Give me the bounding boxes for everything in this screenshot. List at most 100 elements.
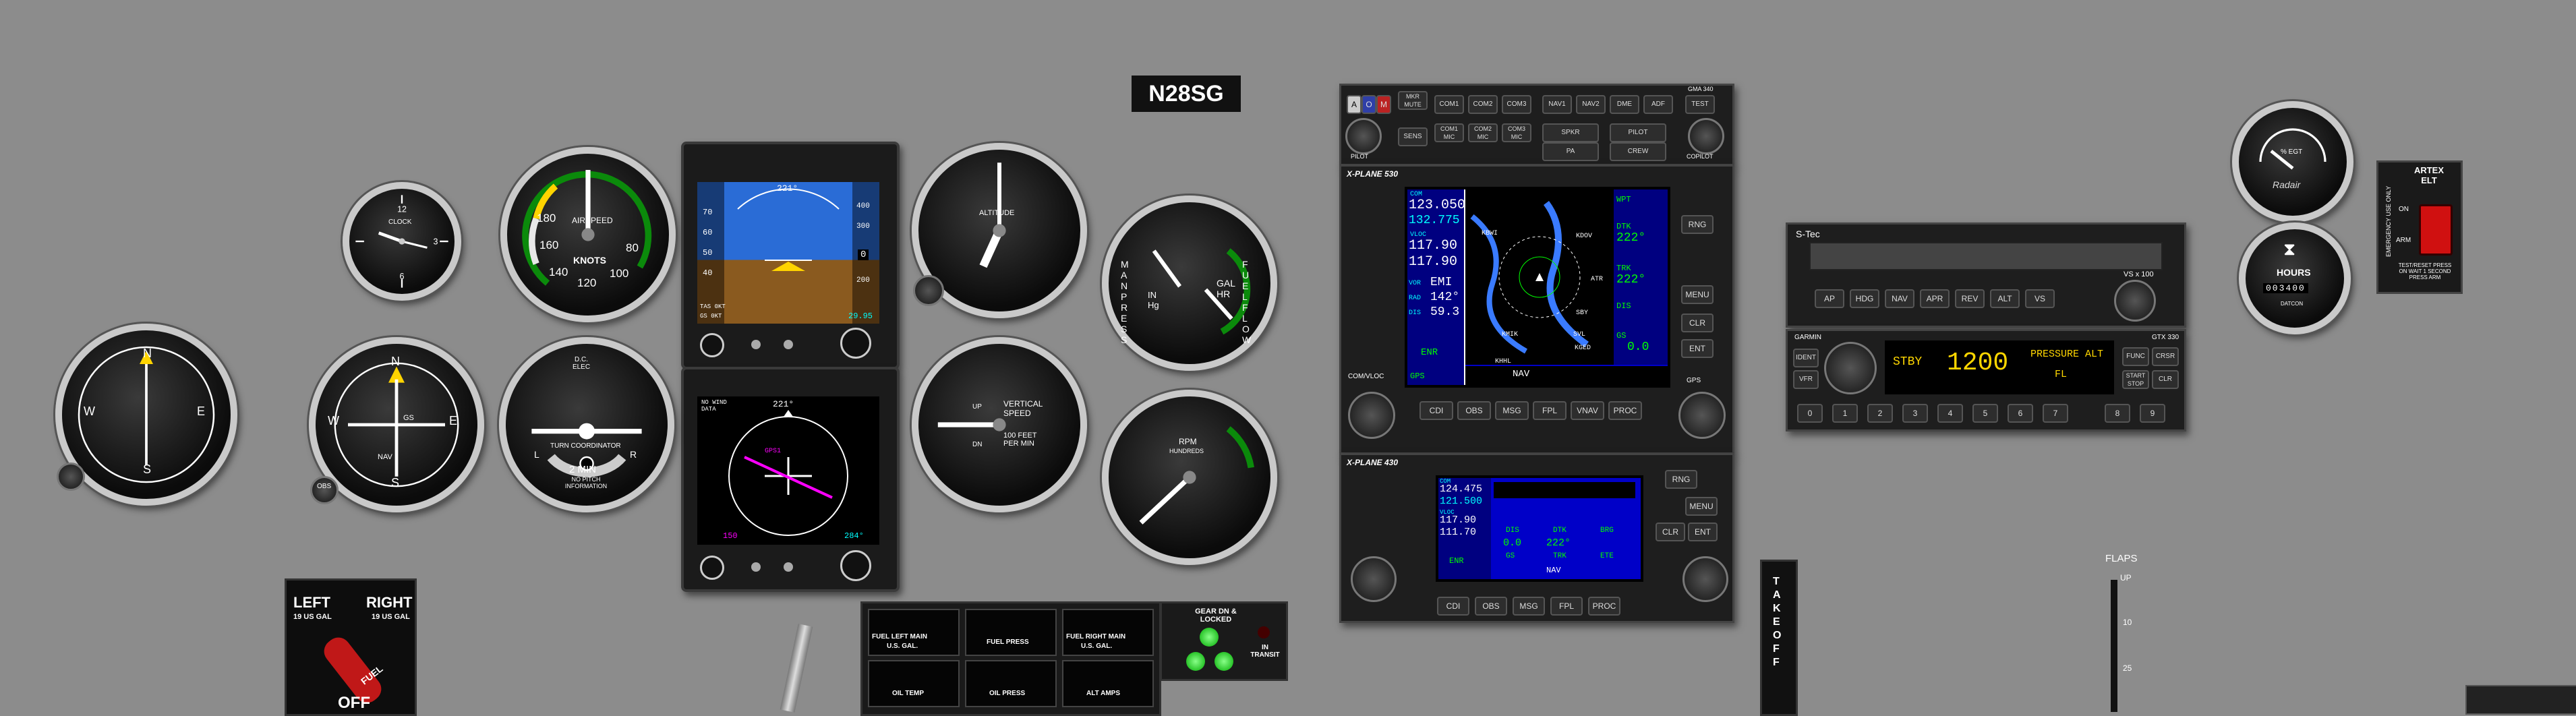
mkr-o[interactable]: O (1362, 95, 1376, 114)
gns430-fpl-button[interactable]: FPL (1550, 597, 1583, 616)
gns430-ent-button[interactable]: ENT (1688, 523, 1718, 541)
gns430-com-vloc-knob[interactable] (1351, 556, 1397, 602)
gns530-com-vloc-knob[interactable] (1348, 392, 1395, 439)
attitude-alt-400: 400 (856, 202, 870, 210)
fuel-press-label: FUEL PRESS (987, 638, 1029, 646)
corner-widget[interactable] (2465, 685, 2576, 715)
rev-button[interactable]: REV (1955, 289, 1985, 308)
audio-nav2[interactable]: NAV2 (1576, 95, 1606, 114)
audio-com1[interactable]: COM1 (1434, 95, 1464, 114)
gns530-rad-label: RAD (1409, 295, 1422, 302)
audio-crew[interactable]: CREW (1610, 142, 1666, 161)
gns530-cdi-button[interactable]: CDI (1419, 401, 1453, 420)
audio-com2-mic[interactable]: COM2 MIC (1468, 123, 1498, 142)
audio-mkr-mute[interactable]: MKR MUTE (1398, 91, 1428, 110)
altimeter-baro-knob[interactable] (913, 275, 944, 306)
apr-button[interactable]: APR (1920, 289, 1950, 308)
gns530-vnav-button[interactable]: VNAV (1571, 401, 1604, 420)
gns430-menu-button[interactable]: MENU (1685, 497, 1718, 516)
ap-button[interactable]: AP (1815, 289, 1844, 308)
gns430-msg-button[interactable]: MSG (1513, 597, 1545, 616)
audio-com3[interactable]: COM3 (1502, 95, 1531, 114)
hsi-rotary-knob[interactable] (840, 550, 871, 581)
gns530-trk-value: 222° (1616, 273, 1646, 287)
attitude-power-button[interactable] (700, 333, 724, 357)
digit-0[interactable]: 0 (1797, 404, 1823, 423)
throttle-lever[interactable] (780, 624, 813, 713)
mkr-m[interactable]: M (1376, 95, 1391, 114)
alt-button[interactable]: ALT (1990, 289, 2020, 308)
audio-sens[interactable]: SENS (1398, 127, 1428, 146)
digit-9[interactable]: 9 (2140, 404, 2165, 423)
attitude-alt-box: 0 (858, 249, 869, 260)
altimeter-label: ALTITUDE (979, 209, 1015, 217)
attitude-indicator-dot-2 (784, 340, 793, 349)
audio-dme[interactable]: DME (1610, 95, 1639, 114)
attitude-rotary-knob[interactable] (840, 328, 871, 359)
take-off-label: TAKE OFF (1773, 576, 1782, 668)
gns530-com-standby: 132.775 (1409, 214, 1460, 227)
gns530-proc-button[interactable]: PROC (1608, 401, 1642, 420)
heading-bug-knob[interactable] (57, 463, 85, 491)
take-off-slider[interactable]: TAKE OFF (1760, 560, 1798, 716)
audio-nav1[interactable]: NAV1 (1542, 95, 1572, 114)
nav-button[interactable]: NAV (1885, 289, 1914, 308)
vs-knob[interactable] (2114, 280, 2156, 322)
audio-com2[interactable]: COM2 (1468, 95, 1498, 114)
copilot-volume-knob[interactable] (1688, 118, 1724, 154)
vfr-button[interactable]: VFR (1793, 370, 1819, 389)
transponder-mode-knob[interactable] (1824, 342, 1877, 394)
digit-7[interactable]: 7 (2043, 404, 2068, 423)
ident-button[interactable]: IDENT (1793, 349, 1819, 367)
audio-com1-mic[interactable]: COM1 MIC (1434, 123, 1464, 142)
gns530-menu-button[interactable]: MENU (1681, 285, 1714, 304)
elt-switch[interactable] (2419, 204, 2453, 256)
gns530-msg-button[interactable]: MSG (1495, 401, 1529, 420)
audio-com3-mic[interactable]: COM3 MIC (1502, 123, 1531, 142)
gns530-nav-tab: NAV (1513, 369, 1530, 380)
hsi-power-button[interactable] (700, 556, 724, 580)
hdg-button[interactable]: HDG (1850, 289, 1879, 308)
digit-2[interactable]: 2 (1867, 404, 1893, 423)
audio-test[interactable]: TEST (1685, 95, 1715, 114)
gear-transit: IN TRANSIT (1250, 644, 1280, 659)
hsi-wind: NO WIND DATA (701, 399, 727, 413)
digit-1[interactable]: 1 (1832, 404, 1858, 423)
hourglass-icon: ⧗ (2283, 239, 2296, 259)
gns530-obs-button[interactable]: OBS (1457, 401, 1491, 420)
svg-text:6: 6 (400, 272, 405, 281)
obs-knob[interactable] (310, 476, 339, 504)
flaps-track[interactable] (2111, 580, 2117, 712)
clock-label: CLOCK (388, 218, 412, 226)
crsr-button[interactable]: CRSR (2152, 347, 2179, 366)
gns530-fpl-button[interactable]: FPL (1533, 401, 1567, 420)
gns430-obs-button[interactable]: OBS (1475, 597, 1507, 616)
audio-adf[interactable]: ADF (1643, 95, 1673, 114)
gns430-clr-button[interactable]: CLR (1656, 523, 1685, 541)
digit-8[interactable]: 8 (2105, 404, 2130, 423)
xpdr-clr-button[interactable]: CLR (2152, 370, 2179, 389)
digit-3[interactable]: 3 (1902, 404, 1928, 423)
mkr-a[interactable]: A (1347, 95, 1362, 114)
digit-4[interactable]: 4 (1937, 404, 1963, 423)
func-button[interactable]: FUNC (2122, 347, 2149, 366)
start-stop-button[interactable]: START STOP (2122, 370, 2149, 389)
gns530-gps-knob[interactable] (1678, 392, 1726, 439)
transponder-code: 1200 (1947, 349, 2009, 378)
gns430-proc-button[interactable]: PROC (1588, 597, 1620, 616)
gns530-rng-button[interactable]: RNG (1681, 215, 1714, 234)
gns430-gps-knob[interactable] (1682, 556, 1728, 602)
audio-spkr[interactable]: SPKR (1542, 123, 1599, 142)
altimeter-gauge: ALTITUDE (912, 143, 1087, 318)
gns530-ent-button[interactable]: ENT (1681, 339, 1714, 358)
pilot-volume-knob[interactable] (1345, 118, 1382, 154)
heading-s: S (143, 463, 152, 476)
gns430-rng-button[interactable]: RNG (1665, 470, 1697, 489)
audio-pilot[interactable]: PILOT (1610, 123, 1666, 142)
gns530-clr-button[interactable]: CLR (1681, 314, 1714, 332)
digit-5[interactable]: 5 (1972, 404, 1998, 423)
digit-6[interactable]: 6 (2008, 404, 2033, 423)
gns430-cdi-button[interactable]: CDI (1437, 597, 1469, 616)
vs-button[interactable]: VS (2025, 289, 2055, 308)
audio-pa[interactable]: PA (1542, 142, 1599, 161)
